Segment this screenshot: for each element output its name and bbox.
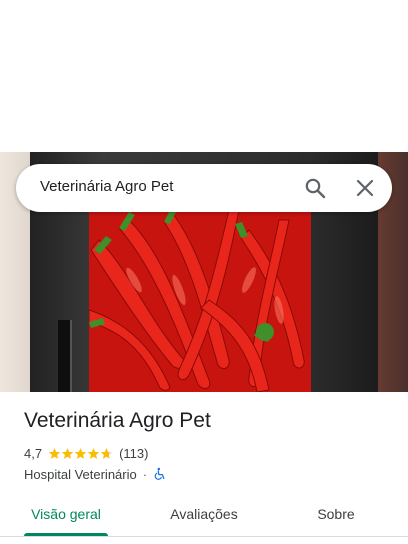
tab-overview[interactable]: Visão geral	[24, 496, 108, 536]
category-row: Hospital Veterinário ·	[24, 465, 167, 483]
chili-peppers-image	[89, 210, 311, 392]
box-slot	[58, 320, 72, 392]
separator-dot: ·	[142, 466, 148, 482]
star-rating	[48, 447, 113, 460]
tabs-divider	[0, 536, 408, 537]
review-count[interactable]: (113)	[119, 446, 148, 461]
star-full-icon	[87, 447, 100, 459]
top-blank-area	[0, 0, 408, 152]
rating-value: 4,7	[24, 445, 43, 461]
rating-row[interactable]: 4,7 (113)	[24, 444, 148, 462]
search-input[interactable]: Veterinária Agro Pet	[40, 178, 173, 195]
place-category: Hospital Veterinário	[24, 466, 137, 482]
tab-reviews[interactable]: Avaliações	[156, 496, 252, 536]
tab-about[interactable]: Sobre	[300, 496, 372, 536]
close-icon[interactable]	[353, 176, 377, 200]
star-full-icon	[61, 447, 74, 459]
star-full-icon	[48, 447, 61, 459]
search-bar[interactable]: Veterinária Agro Pet	[16, 164, 392, 212]
place-title: Veterinária Agro Pet	[24, 409, 211, 432]
chili-peppers-illustration	[89, 210, 311, 392]
place-tabs: Visão geral Avaliações Sobre	[0, 496, 408, 536]
star-full-icon	[74, 447, 87, 459]
search-icon[interactable]	[303, 176, 327, 200]
wheelchair-icon	[154, 467, 165, 480]
star-half-icon	[100, 447, 113, 459]
